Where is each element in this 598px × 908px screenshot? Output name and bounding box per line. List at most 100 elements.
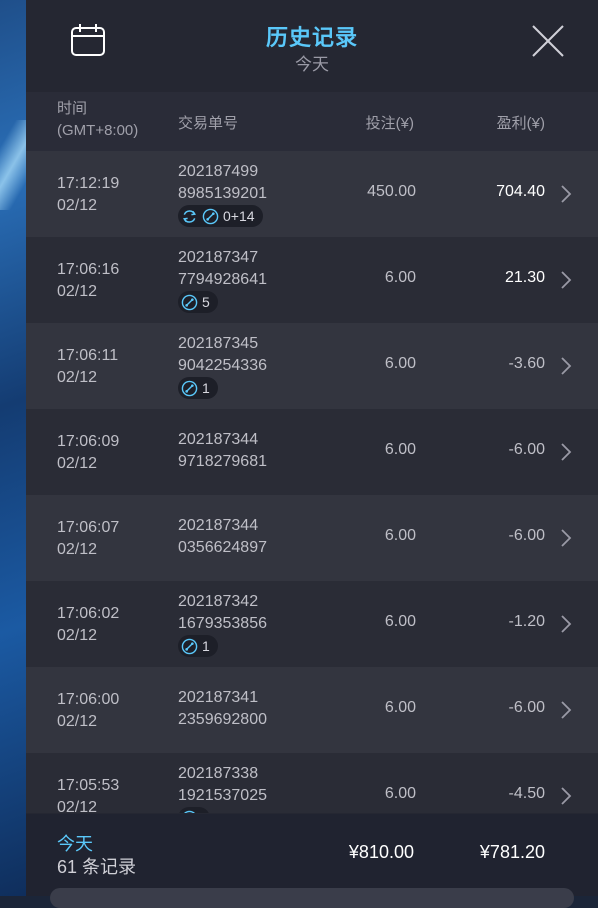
row-order-line2: 9042254336 [178, 357, 267, 374]
row-order-line1: 202187344 [178, 431, 259, 448]
row-order-line1: 202187345 [178, 335, 259, 352]
row-profit: -6.00 [508, 441, 545, 458]
row-bet: 6.00 [384, 269, 416, 286]
chevron-right-icon[interactable] [560, 442, 572, 462]
row-order-number: 202187345 9042254336 [178, 333, 267, 377]
row-time-clock: 17:06:02 [57, 605, 120, 622]
history-list: 17:12:19 02/12 202187499 8985139201 450.00 70… [26, 151, 598, 813]
parlay-icon [202, 208, 219, 224]
column-time: 时间 (GMT+8:00) [57, 98, 138, 142]
bet-type-badge: 1 [178, 377, 218, 399]
row-order-number: 202187338 1921537025 [178, 763, 267, 807]
row-bet: 6.00 [384, 355, 416, 372]
row-order-line1: 202187499 [178, 163, 259, 180]
parlay-icon [181, 380, 198, 396]
bet-type-badge: 5 [178, 291, 218, 313]
row-order-line2: 2359692800 [178, 711, 267, 728]
row-bet: 6.00 [384, 699, 416, 716]
row-time: 17:06:07 02/12 [57, 517, 119, 561]
panel-header: 历史记录 今天 [26, 0, 598, 92]
row-time-clock: 17:06:11 [57, 347, 119, 364]
column-time-label: 时间 [57, 100, 88, 117]
summary-footer: 今天 61 条记录 ¥810.00 ¥781.20 [26, 814, 598, 908]
history-row[interactable]: 17:06:09 02/12 202187344 9718279681 6.00 -6.0… [26, 409, 598, 495]
chevron-right-icon[interactable] [560, 184, 572, 204]
row-profit: -3.60 [508, 355, 545, 372]
bet-type-badge [178, 807, 210, 813]
row-time-clock: 17:06:16 [57, 261, 120, 278]
column-order: 交易单号 [178, 115, 239, 132]
history-row[interactable]: 17:05:53 02/12 202187338 1921537025 6.00 -4.5… [26, 753, 598, 813]
row-order-line2: 7794928641 [178, 271, 267, 288]
history-row[interactable]: 17:12:19 02/12 202187499 8985139201 450.00 70… [26, 151, 598, 237]
history-row[interactable]: 17:06:11 02/12 202187345 9042254336 6.00 -3.6… [26, 323, 598, 409]
chevron-right-icon[interactable] [560, 786, 572, 806]
history-row[interactable]: 17:06:16 02/12 202187347 7794928641 6.00 21.3… [26, 237, 598, 323]
column-timezone-label: (GMT+8:00) [57, 122, 139, 139]
row-time-date: 02/12 [57, 541, 98, 558]
row-time-date: 02/12 [57, 283, 98, 300]
close-icon[interactable] [531, 24, 565, 58]
column-bet: 投注(¥) [365, 115, 414, 132]
bet-type-badge: 1 [178, 635, 218, 657]
row-order-number: 202187342 1679353856 [178, 591, 267, 635]
row-time-clock: 17:06:09 [57, 433, 120, 450]
row-time-date: 02/12 [57, 197, 98, 214]
row-bet: 450.00 [367, 183, 416, 200]
row-time: 17:05:53 02/12 [57, 775, 119, 813]
history-row[interactable]: 17:06:07 02/12 202187344 0356624897 6.00 -6.0… [26, 495, 598, 581]
history-panel: 历史记录 今天 时间 (GMT+8:00) 交易单号 投注(¥) 盈利(¥) 1… [26, 0, 598, 908]
chevron-right-icon[interactable] [560, 270, 572, 290]
bet-type-badge: 0+14 [178, 205, 263, 227]
badge-label: 1 [202, 638, 210, 654]
badge-label: 1 [202, 380, 210, 396]
row-time: 17:06:16 02/12 [57, 259, 119, 303]
row-order-number: 202187499 8985139201 [178, 161, 267, 205]
row-time-clock: 17:06:07 [57, 519, 120, 536]
badge-label: 0+14 [223, 208, 255, 224]
chevron-right-icon[interactable] [560, 700, 572, 720]
row-profit: -6.00 [508, 527, 545, 544]
page-subtitle: 今天 [295, 55, 329, 74]
row-time-date: 02/12 [57, 713, 98, 730]
row-order-line2: 8985139201 [178, 185, 267, 202]
row-time-clock: 17:06:00 [57, 691, 120, 708]
row-order-line1: 202187342 [178, 593, 259, 610]
chevron-right-icon[interactable] [560, 356, 572, 376]
row-bet: 6.00 [384, 785, 416, 802]
row-order-number: 202187341 2359692800 [178, 687, 267, 731]
badge-label: 5 [202, 294, 210, 310]
row-time-clock: 17:12:19 [57, 175, 120, 192]
chevron-right-icon[interactable] [560, 614, 572, 634]
page-title: 历史记录 [265, 25, 358, 50]
row-profit: 704.40 [496, 183, 545, 200]
history-row[interactable]: 17:06:02 02/12 202187342 1679353856 6.00 -1.2… [26, 581, 598, 667]
row-profit: -6.00 [508, 699, 545, 716]
row-time: 17:06:00 02/12 [57, 689, 119, 733]
row-order-line2: 1679353856 [178, 615, 267, 632]
row-order-line2: 0356624897 [178, 539, 267, 556]
row-bet: 6.00 [384, 527, 416, 544]
row-order-number: 202187344 9718279681 [178, 429, 267, 473]
row-order-number: 202187347 7794928641 [178, 247, 267, 291]
row-order-line2: 1921537025 [178, 787, 267, 804]
history-row[interactable]: 17:06:00 02/12 202187341 2359692800 6.00 -6.0… [26, 667, 598, 753]
chevron-right-icon[interactable] [560, 528, 572, 548]
row-profit: 21.30 [504, 269, 545, 286]
column-profit: 盈利(¥) [496, 115, 545, 132]
row-order-line1: 202187338 [178, 765, 259, 782]
row-time-date: 02/12 [57, 799, 98, 813]
parlay-icon [181, 638, 198, 654]
row-profit: -1.20 [508, 613, 545, 630]
row-order-line1: 202187344 [178, 517, 259, 534]
record-count: 61 条记录 [57, 857, 137, 877]
row-order-number: 202187344 0356624897 [178, 515, 267, 559]
refresh-icon [183, 209, 196, 223]
row-order-line1: 202187341 [178, 689, 259, 706]
total-bet: ¥810.00 [348, 842, 414, 862]
parlay-icon [181, 294, 198, 310]
parlay-icon [183, 810, 196, 813]
row-time-date: 02/12 [57, 627, 98, 644]
row-bet: 6.00 [384, 441, 416, 458]
row-time-date: 02/12 [57, 369, 98, 386]
